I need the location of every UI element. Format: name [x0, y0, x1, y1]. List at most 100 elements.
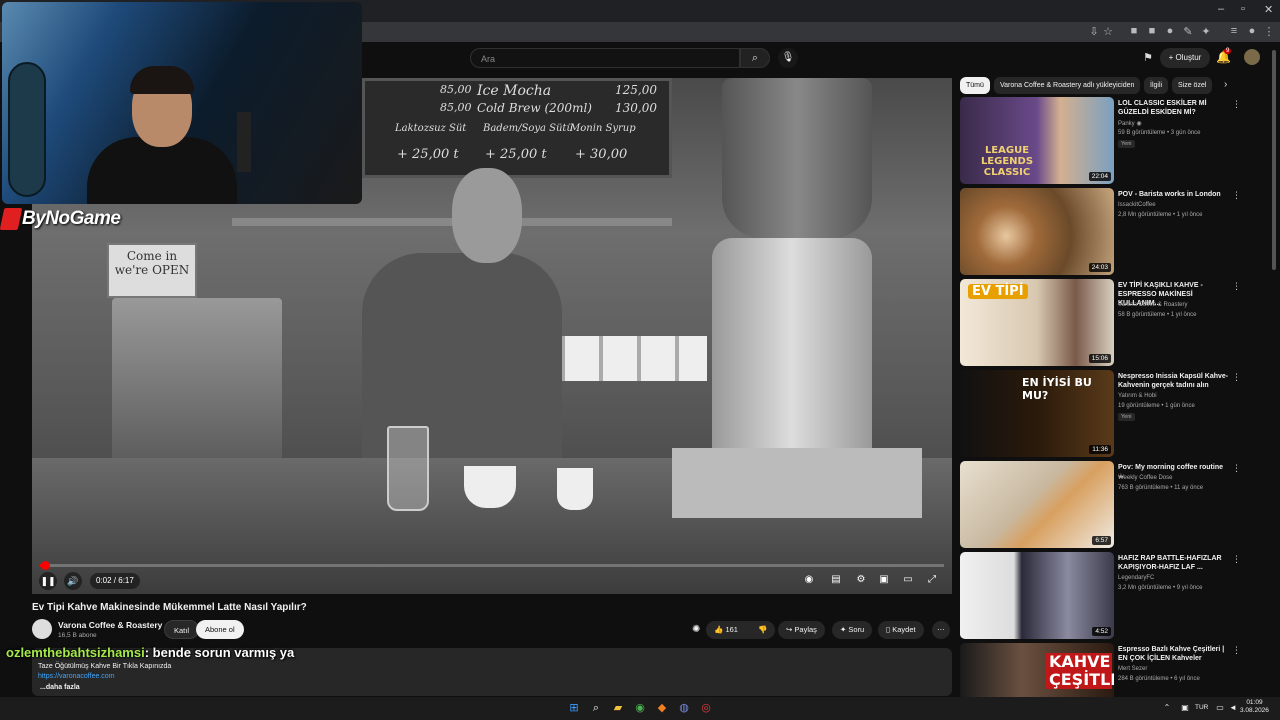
more-vertical-icon[interactable]: ⋮ [1232, 645, 1240, 656]
recommendation-item[interactable]: 6:57 Pov: My morning coffee routine ☕ We… [960, 461, 1241, 549]
channel-name[interactable]: Varona Coffee & Roastery [58, 620, 162, 630]
settings-gear-icon[interactable]: ⚙ [853, 574, 869, 585]
account-avatar[interactable] [1244, 49, 1260, 65]
thumbnail[interactable]: 24:03 [960, 188, 1114, 275]
rec-channel[interactable]: Yatırım & Hobi [1118, 393, 1157, 399]
extension-icon[interactable]: ● [1163, 25, 1177, 37]
rec-title[interactable]: POV - Barista works in London [1118, 190, 1230, 199]
chip-all[interactable]: Tümü [960, 77, 990, 94]
maximize-icon[interactable]: ▫ [1241, 3, 1245, 15]
subscriber-count: 16,5 B abone [58, 632, 97, 639]
search-icon[interactable]: ⌕ [589, 701, 603, 715]
more-vertical-icon[interactable]: ⋮ [1232, 554, 1241, 565]
new-badge: Yeni [1118, 413, 1135, 421]
voice-search-button[interactable]: 🎙 [778, 48, 798, 68]
thumbnail[interactable]: 6:57 [960, 461, 1114, 548]
save-button[interactable]: ▯ Kaydet [878, 621, 924, 639]
more-vertical-icon[interactable]: ⋮ [1232, 99, 1241, 110]
chip-related[interactable]: İlgili [1144, 77, 1169, 94]
rec-channel[interactable]: LegendaryFC [1118, 575, 1154, 581]
clock[interactable]: 01:09 3.08.2026 [1240, 699, 1269, 715]
duration-badge: 6:57 [1092, 536, 1111, 545]
thumbnail[interactable]: EV TİPİ 15:06 [960, 279, 1114, 366]
discord-icon[interactable]: ◍ [677, 701, 691, 715]
search-input[interactable]: Ara [470, 48, 740, 68]
subtitles-icon[interactable]: ▤ [828, 574, 844, 585]
sparkle-icon[interactable]: ✺ [692, 624, 700, 635]
volume-button[interactable]: 🔊 [64, 572, 82, 590]
menu-lines-icon[interactable]: ≡ [1227, 25, 1241, 37]
create-button[interactable]: + Oluştur [1160, 48, 1210, 68]
more-vertical-icon[interactable]: ⋮ [1232, 372, 1241, 383]
more-actions-button[interactable]: ⋯ [932, 621, 950, 639]
streamer-body [87, 137, 237, 204]
chrome-icon[interactable]: ◉ [633, 701, 647, 715]
more-vertical-icon[interactable]: ⋮ [1232, 281, 1241, 292]
rec-title[interactable]: HAFIZ RAP BATTLE-HAFIZLAR KAPIŞIYOR-HAFI… [1118, 554, 1230, 572]
pause-icon: ❚❚ [40, 576, 56, 586]
more-vertical-icon[interactable]: ⋮ [1262, 25, 1276, 38]
extension-icon[interactable]: ✎ [1181, 25, 1195, 38]
autoplay-toggle-icon[interactable]: ◉ [801, 574, 817, 585]
extension-icon[interactable]: ■ [1145, 25, 1159, 37]
description-link[interactable]: https://varonacoffee.com [38, 673, 115, 680]
rec-channel[interactable]: Weekly Coffee Dose [1118, 475, 1172, 481]
recommendation-item[interactable]: LEAGUE LEGENDS CLASSIC 22:04 LOL CLASSIC… [960, 97, 1241, 185]
clock-date: 3.08.2026 [1240, 707, 1269, 714]
thumbnail[interactable]: LEAGUE LEGENDS CLASSIC 22:04 [960, 97, 1114, 184]
thumbnail[interactable]: KAHVE ÇEŞİTLERİ [960, 643, 1114, 697]
cast-icon[interactable]: ⚑ [1143, 51, 1153, 64]
grinder-body [712, 238, 872, 478]
windows-start-icon[interactable]: ⊞ [567, 701, 581, 715]
minimize-icon[interactable]: – [1218, 3, 1224, 15]
chip-uploader[interactable]: Varona Coffee & Roastery adlı yükleyicid… [994, 77, 1141, 94]
cast-icon[interactable]: ▭ [900, 574, 916, 585]
close-icon[interactable]: ✕ [1264, 3, 1273, 16]
thumbnail[interactable]: EN İYİSİ BU MU? 11:36 [960, 370, 1114, 457]
rec-channel[interactable]: Varona Coffee & Roastery [1118, 302, 1187, 308]
extension-icon[interactable]: ■ [1127, 25, 1141, 37]
chip-for-you[interactable]: Size özel [1172, 77, 1213, 94]
recommendation-item[interactable]: EN İYİSİ BU MU? 11:36 Nespresso Inissia … [960, 370, 1241, 458]
app-icon[interactable]: ◎ [699, 701, 713, 715]
tray-app-icon[interactable]: ▣ [1178, 701, 1192, 715]
pause-button[interactable]: ❚❚ [39, 572, 57, 590]
browser-icon[interactable]: ◆ [655, 701, 669, 715]
tray-chevron-icon[interactable]: ⌃ [1160, 701, 1174, 715]
recommendation-item[interactable]: KAHVE ÇEŞİTLERİ Espresso Bazlı Kahve Çeş… [960, 643, 1240, 697]
rec-channel[interactable]: Panky ◉ [1118, 120, 1142, 127]
ask-button[interactable]: ✦ Soru [832, 621, 873, 639]
install-icon[interactable]: ⇩ [1087, 25, 1101, 38]
rec-channel[interactable]: IssackitCoffee [1118, 202, 1156, 208]
more-vertical-icon[interactable]: ⋮ [1232, 463, 1241, 474]
chevron-right-icon[interactable]: › [1224, 79, 1227, 90]
more-vertical-icon[interactable]: ⋮ [1232, 190, 1241, 201]
rec-title[interactable]: LOL CLASSIC ESKİLER Mİ GÜZELDİ ESKİDEN M… [1118, 99, 1230, 117]
rec-channel[interactable]: Mert Sezer [1118, 666, 1147, 672]
progress-bar[interactable] [40, 561, 944, 570]
recommendation-item[interactable]: EV TİPİ 15:06 EV TİPİ KAŞIKLI KAHVE - ES… [960, 279, 1241, 367]
recommendation-item[interactable]: 24:03 POV - Barista works in London Issa… [960, 188, 1241, 276]
puzzle-icon[interactable]: ✦ [1199, 25, 1213, 38]
share-button[interactable]: ↪ Paylaş [778, 621, 825, 639]
join-button[interactable]: Katıl [164, 620, 200, 639]
thumbnail[interactable]: 4:52 [960, 552, 1114, 639]
show-more-link[interactable]: ...daha fazla [40, 684, 80, 691]
fullscreen-icon[interactable]: ⤢ [924, 574, 940, 585]
language-indicator[interactable]: TUR [1195, 704, 1208, 711]
search-button[interactable]: ⌕ [740, 48, 770, 68]
recommendation-item[interactable]: 4:52 HAFIZ RAP BATTLE-HAFIZLAR KAPIŞIYOR… [960, 552, 1241, 640]
rec-title[interactable]: Espresso Bazlı Kahve Çeşitleri | EN ÇOK … [1118, 645, 1230, 663]
scrubber-handle[interactable] [40, 561, 50, 570]
dislike-button[interactable]: 👎 [750, 621, 776, 639]
volume-icon[interactable]: ◄ [1226, 701, 1240, 715]
channel-avatar[interactable] [32, 619, 52, 639]
file-explorer-icon[interactable]: ▰ [611, 701, 625, 715]
bookmark-star-icon[interactable]: ☆ [1101, 25, 1115, 38]
page-scrollbar[interactable] [1272, 50, 1276, 270]
profile-icon[interactable]: ● [1245, 25, 1259, 37]
rec-title[interactable]: Nespresso Inissia Kapsül Kahve- Kahvenin… [1118, 372, 1230, 390]
miniplayer-icon[interactable]: ▣ [876, 574, 892, 585]
network-icon[interactable]: ▭ [1213, 701, 1227, 715]
subscribe-button[interactable]: Abone ol [196, 620, 244, 639]
